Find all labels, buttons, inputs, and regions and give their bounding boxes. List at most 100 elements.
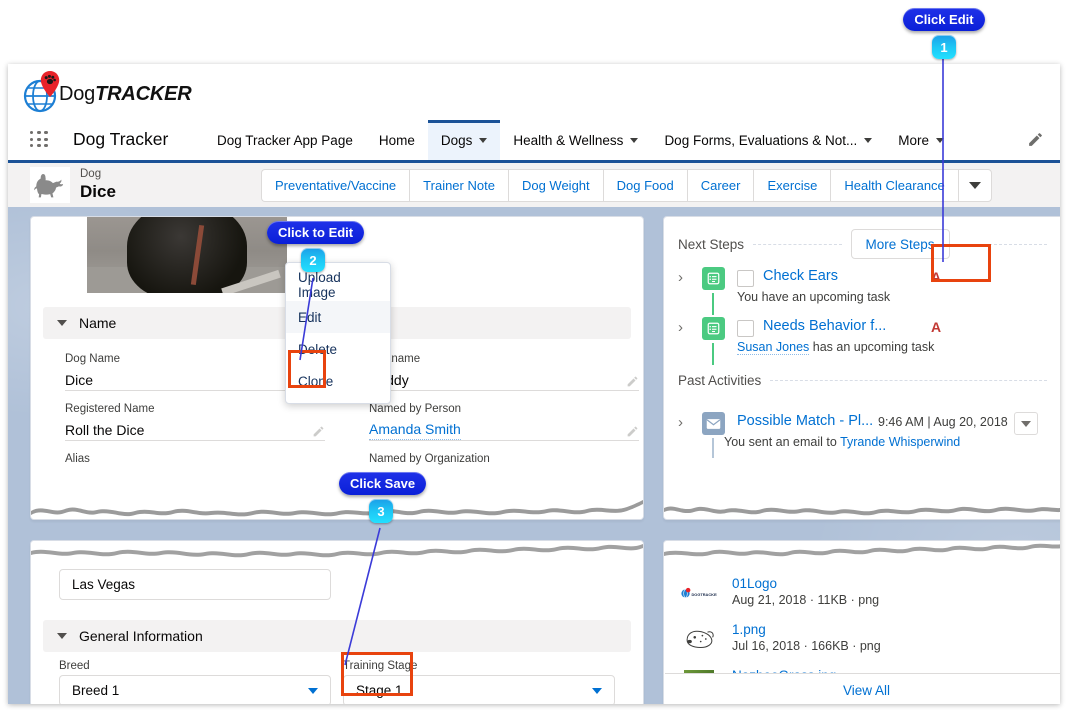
tab-trainer-note[interactable]: Trainer Note bbox=[409, 169, 508, 202]
file-meta: Jul 16, 2018 · 166KB · png bbox=[732, 639, 881, 653]
nav-item-dogs[interactable]: Dogs bbox=[427, 120, 501, 160]
brand-tracker-word: TRACKER bbox=[95, 82, 192, 105]
chevron-down-icon bbox=[308, 687, 318, 694]
overdue-indicator: A bbox=[931, 319, 942, 335]
menu-item-clone[interactable]: Clone bbox=[286, 365, 390, 397]
record-tabs: Preventative/Vaccine Trainer Note Dog We… bbox=[261, 169, 992, 202]
divider bbox=[958, 243, 1047, 245]
callout-label: Click Save bbox=[339, 472, 427, 495]
section-title: General Information bbox=[79, 628, 203, 644]
nav-item-more[interactable]: More bbox=[885, 120, 957, 160]
timeline-stem bbox=[712, 438, 714, 458]
training-stage-select[interactable]: Stage 1 bbox=[343, 675, 615, 704]
view-all-link[interactable]: View All bbox=[665, 673, 1060, 704]
task-icon bbox=[702, 267, 725, 290]
activity-subtitle: You sent an email to Tyrande Whisperwind bbox=[724, 435, 960, 449]
file-row[interactable]: DOGTRACKER 01Logo Aug 21, 2018 · 11KB · … bbox=[680, 576, 1050, 613]
callout-2: Click to Edit 2 bbox=[267, 221, 365, 272]
brand-text: DogTRACKER bbox=[59, 82, 192, 106]
tab-dog-weight[interactable]: Dog Weight bbox=[507, 169, 603, 202]
nav-label: Health & Wellness bbox=[513, 132, 624, 148]
file-name[interactable]: 1.png bbox=[732, 622, 766, 637]
expand-chevron-icon[interactable]: › bbox=[678, 269, 683, 286]
tab-preventative-vaccine[interactable]: Preventative/Vaccine bbox=[261, 169, 410, 202]
brand-logo[interactable]: DogTRACKER bbox=[22, 71, 192, 114]
divider bbox=[753, 243, 842, 245]
edit-pencil-icon[interactable] bbox=[1027, 131, 1044, 148]
breed-select[interactable]: Breed 1 bbox=[59, 675, 331, 704]
chevron-down-icon bbox=[936, 137, 945, 143]
record-avatar-dog-icon bbox=[30, 167, 70, 203]
training-stage-value: Stage 1 bbox=[356, 683, 403, 698]
field-value: Dice bbox=[65, 372, 94, 388]
activity-recipient-link[interactable]: Tyrande Whisperwind bbox=[840, 435, 960, 449]
menu-item-delete[interactable]: Delete bbox=[286, 333, 390, 365]
task-subtitle-text: has an upcoming task bbox=[812, 340, 935, 354]
file-meta: Aug 21, 2018 · 11KB · png bbox=[732, 593, 880, 607]
nav-item-dog-tracker-app-page[interactable]: Dog Tracker App Page bbox=[204, 120, 366, 160]
activity-timestamp: 9:46 AM | Aug 20, 2018 bbox=[878, 415, 1008, 429]
edit-pencil-icon[interactable] bbox=[312, 425, 325, 438]
field-value-link[interactable]: Amanda Smith bbox=[369, 420, 461, 440]
field-named-by-person: Named by Person Amanda Smith bbox=[369, 403, 639, 441]
field-registered-name: Registered Name Roll the Dice bbox=[65, 403, 325, 441]
expand-chevron-icon[interactable]: › bbox=[678, 319, 683, 336]
nav-item-dog-forms[interactable]: Dog Forms, Evaluations & Not... bbox=[651, 120, 885, 160]
globe-logo-icon bbox=[22, 71, 62, 114]
callout-3: Click Save 3 bbox=[339, 472, 427, 523]
more-steps-button[interactable]: More Steps bbox=[850, 229, 950, 259]
tab-overflow-dropdown[interactable] bbox=[957, 169, 992, 202]
timeline-stem bbox=[712, 293, 714, 315]
next-steps-label: Next Steps bbox=[678, 236, 745, 252]
file-row[interactable]: 1.png Jul 16, 2018 · 166KB · png bbox=[680, 622, 1050, 659]
city-input[interactable]: Las Vegas bbox=[59, 569, 331, 600]
task-owner-link[interactable]: Susan Jones bbox=[737, 340, 810, 355]
activity-card: Next Steps More Steps › Check Ears A You… bbox=[663, 216, 1060, 520]
task-title[interactable]: Needs Behavior f... bbox=[763, 318, 886, 334]
field-label: Nickname bbox=[369, 353, 421, 365]
callout-1: Click Edit 1 bbox=[903, 8, 985, 59]
tab-health-clearance[interactable]: Health Clearance bbox=[830, 169, 958, 202]
menu-item-upload-image[interactable]: Upload Image bbox=[286, 269, 390, 301]
section-header-general-information[interactable]: General Information bbox=[43, 620, 631, 652]
dog-photo bbox=[87, 217, 287, 293]
field-nickname: Nickname Buddy bbox=[369, 353, 639, 391]
tab-dog-food[interactable]: Dog Food bbox=[602, 169, 687, 202]
task-checkbox[interactable] bbox=[737, 320, 754, 337]
email-icon bbox=[702, 412, 725, 435]
chevron-down-icon bbox=[1021, 420, 1031, 427]
record-page-body: Name Dog Name Dice Nickname Registered N… bbox=[8, 207, 1060, 704]
chevron-down-icon bbox=[630, 137, 639, 143]
callout-number: 2 bbox=[301, 248, 325, 272]
nav-label: Dogs bbox=[440, 132, 473, 148]
nav-item-home[interactable]: Home bbox=[366, 120, 428, 160]
past-activities-header: Past Activities bbox=[678, 373, 1056, 388]
torn-edge-top bbox=[664, 541, 1060, 557]
chevron-down-icon bbox=[968, 182, 981, 189]
breed-value: Breed 1 bbox=[72, 683, 120, 698]
field-alias: Alias bbox=[65, 453, 325, 468]
timeline-stem bbox=[712, 343, 714, 365]
chevron-down-icon bbox=[479, 137, 488, 143]
paw-pin-icon bbox=[40, 71, 60, 97]
menu-item-edit[interactable]: Edit bbox=[286, 301, 390, 333]
edit-pencil-icon[interactable] bbox=[626, 375, 639, 388]
field-label: Breed bbox=[59, 660, 90, 672]
activity-title[interactable]: Possible Match - Pl... bbox=[737, 413, 873, 429]
edit-pencil-icon[interactable] bbox=[626, 425, 639, 438]
expand-chevron-icon[interactable]: › bbox=[678, 414, 683, 431]
tab-exercise[interactable]: Exercise bbox=[753, 169, 831, 202]
task-checkbox[interactable] bbox=[737, 270, 754, 287]
svg-text:DOGTRACKER: DOGTRACKER bbox=[692, 591, 718, 596]
file-name[interactable]: 01Logo bbox=[732, 576, 777, 591]
task-title[interactable]: Check Ears bbox=[763, 268, 838, 284]
callout-number: 3 bbox=[369, 499, 393, 523]
nav-label: More bbox=[898, 132, 930, 148]
nav-item-health-wellness[interactable]: Health & Wellness bbox=[500, 120, 651, 160]
activity-row-menu[interactable] bbox=[1014, 412, 1038, 435]
tab-career[interactable]: Career bbox=[686, 169, 754, 202]
record-actions-menu: Upload Image Edit Delete Clone bbox=[285, 262, 391, 404]
field-named-by-organization: Named by Organization bbox=[369, 453, 639, 468]
app-launcher-icon[interactable] bbox=[30, 131, 49, 148]
field-label: Alias bbox=[65, 453, 90, 465]
